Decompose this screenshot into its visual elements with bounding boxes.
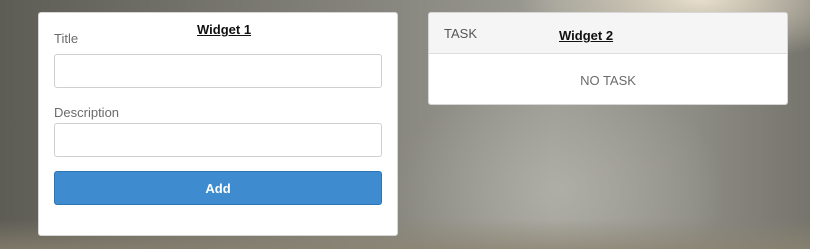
widget-1-card: Widget 1 Title Description Add xyxy=(38,12,398,236)
task-column-header: TASK xyxy=(444,26,477,41)
description-input[interactable] xyxy=(54,123,382,157)
title-label: Title xyxy=(54,31,79,46)
task-panel-header: TASK Widget 2 xyxy=(429,13,787,54)
right-edge-strip xyxy=(810,0,814,249)
description-label: Description xyxy=(54,105,120,120)
add-button[interactable]: Add xyxy=(54,171,382,205)
widget-2-title: Widget 2 xyxy=(559,28,614,43)
title-input[interactable] xyxy=(54,54,382,88)
widget-2-card: TASK Widget 2 NO TASK xyxy=(428,12,788,105)
empty-task-message: NO TASK xyxy=(580,73,636,88)
widget-1-title: Widget 1 xyxy=(197,22,252,37)
